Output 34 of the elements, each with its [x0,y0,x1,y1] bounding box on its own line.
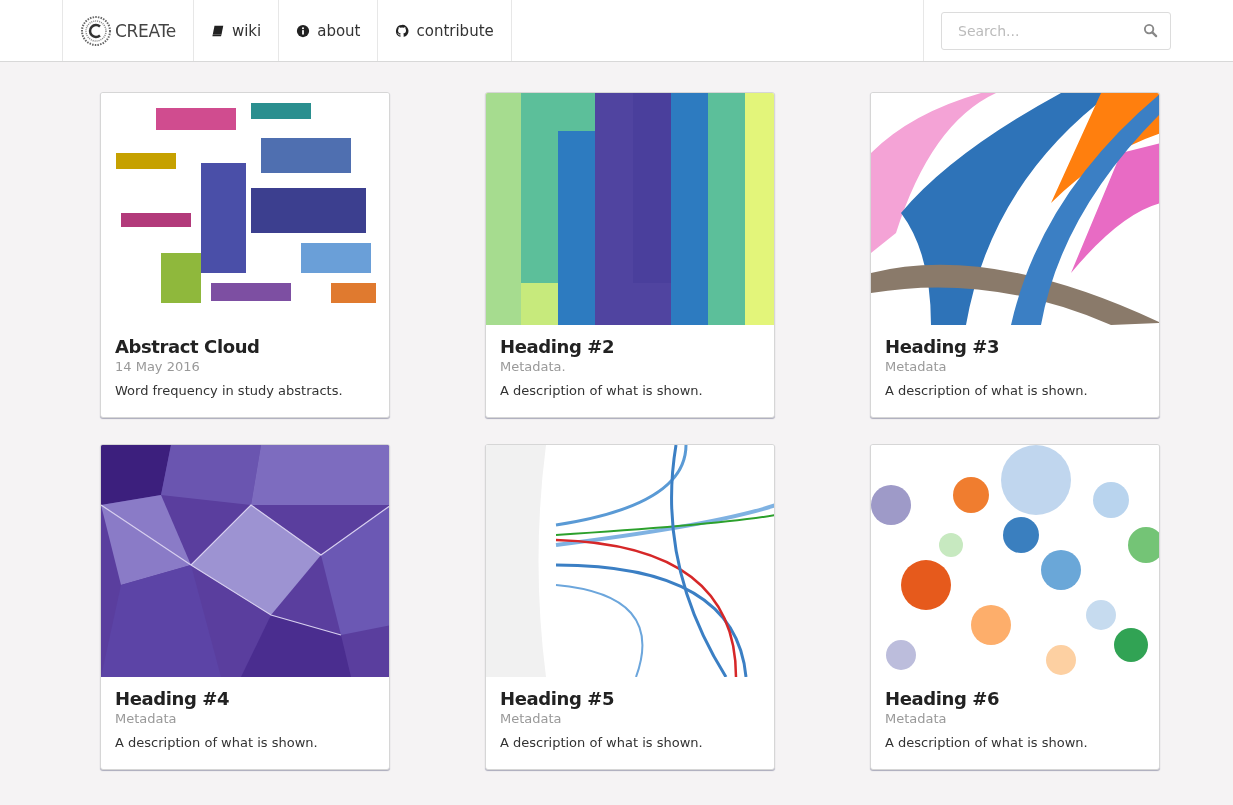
card[interactable]: Abstract Cloud 14 May 2016 Word frequency in study abstracts. [100,92,390,418]
card-meta: Metadata [885,359,948,374]
card-description: A description of what is shown. [500,383,704,398]
card-title: Heading #3 [885,336,1001,357]
card-meta: 14 May 2016 [115,359,201,374]
card-title: Heading #2 [500,336,616,357]
nav-link[interactable]: wiki [193,0,280,61]
card-description: A description of what is shown. [885,735,1089,750]
logo-icon [80,14,112,47]
card-meta: Metadata [500,711,563,726]
card[interactable]: Heading #4 Metadata A description of what is shown. [100,444,390,770]
nav-link[interactable]: contribute [378,0,512,61]
book-icon [210,23,225,38]
github-icon [395,23,410,38]
card[interactable]: Heading #6 Metadata A description of what is shown. [870,444,1160,770]
brand-link[interactable]: CREATe [63,0,194,61]
info-icon [296,23,311,38]
card-meta: Metadata [885,711,948,726]
card-title: Abstract Cloud [115,336,261,357]
card[interactable]: Heading #5 Metadata A description of what is shown. [485,444,775,770]
card-description: A description of what is shown. [500,735,704,750]
card-title: Heading #6 [885,688,1001,709]
card[interactable]: Heading #2 Metadata. A description of what is shown. [485,92,775,418]
nav-link[interactable]: about [279,0,379,61]
card-title: Heading #5 [500,688,616,709]
card-description: A description of what is shown. [115,735,319,750]
card-meta: Metadata. [500,359,567,374]
card-title: Heading #4 [115,688,231,709]
search-icon[interactable] [1143,22,1158,38]
card[interactable]: Heading #3 Metadata A description of what is shown. [870,92,1160,418]
card-description: A description of what is shown. [885,383,1089,398]
search-field[interactable]: Search... [941,11,1171,50]
card-meta: Metadata [115,711,178,726]
card-description: Word frequency in study abstracts. [115,383,344,398]
